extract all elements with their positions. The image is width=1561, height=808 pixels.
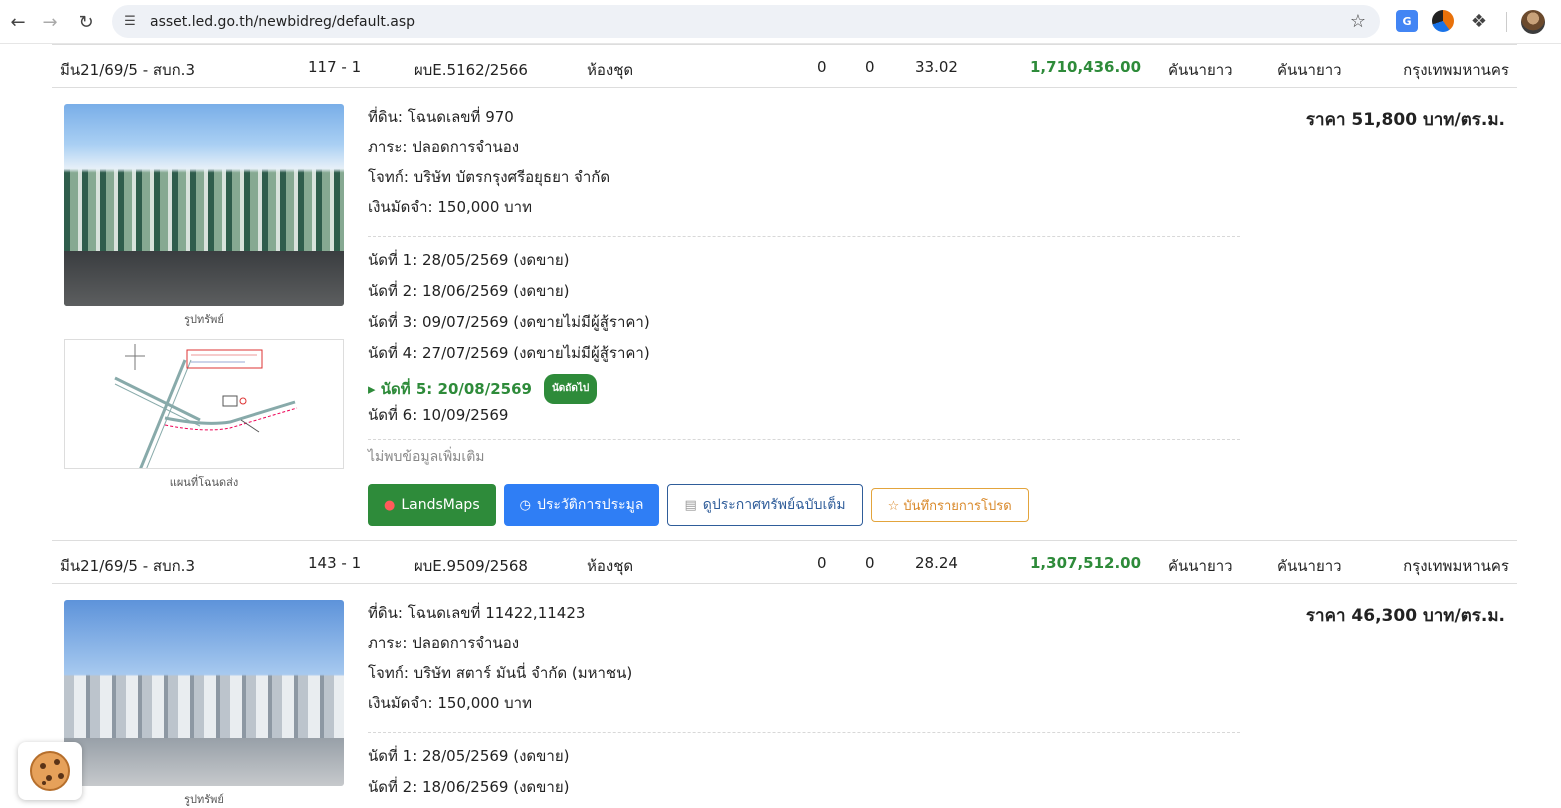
- property-info: ที่ดิน: โฉนดเลขที่ 970 ภาระ: ปลอดการจำนอ…: [368, 106, 1240, 526]
- toolbar-divider: [1506, 12, 1507, 32]
- plaintiff: โจทก์: บริษัท บัตรกรุงศรีอยุธยา จำกัด: [368, 168, 611, 186]
- area-value: 28.24: [915, 554, 958, 572]
- address-bar[interactable]: ☰ asset.led.go.th/newbidreg/default.asp …: [112, 5, 1380, 38]
- history-label: ประวัติการประมูล: [536, 497, 644, 513]
- photo-caption: รูปทรัพย์: [184, 313, 224, 326]
- site-info-icon[interactable]: ☰: [118, 10, 142, 34]
- appraisal-price: 1,710,436.00: [1030, 58, 1142, 76]
- landsmaps-label: LandsMaps: [401, 497, 480, 513]
- listing-container: มีน21/69/5 - สบก.3 117 - 1 ผบE.5162/2566…: [52, 44, 1517, 808]
- property-photo[interactable]: [64, 600, 344, 786]
- auction-date-4: นัดที่ 4: 27/07/2569 (งดขายไม่มีผู้สู้รา…: [368, 344, 650, 362]
- pin-icon: ●: [384, 497, 396, 513]
- bookmark-star-icon[interactable]: ☆: [1350, 11, 1366, 32]
- rai-value: 0: [817, 58, 827, 76]
- divider: [368, 236, 1240, 237]
- auction-date-ref: มีน21/69/5 - สบก.3: [60, 61, 195, 79]
- browser-toolbar: ← → ↻ ☰ asset.led.go.th/newbidreg/defaul…: [0, 0, 1561, 44]
- rai-value: 0: [817, 554, 827, 572]
- property-info: ที่ดิน: โฉนดเลขที่ 11422,11423 ภาระ: ปลอ…: [368, 602, 1240, 807]
- table-row[interactable]: มีน21/69/5 - สบก.3 143 - 1 ผบE.9509/2568…: [52, 540, 1517, 584]
- divider: [368, 439, 1240, 440]
- ngan-value: 0: [865, 554, 875, 572]
- reload-icon[interactable]: ↻: [68, 4, 104, 40]
- extension-circle-icon[interactable]: [1432, 10, 1454, 32]
- cookie-icon: [30, 751, 70, 791]
- table-row[interactable]: มีน21/69/5 - สบก.3 117 - 1 ผบE.5162/2566…: [52, 44, 1517, 88]
- auction-date-1: นัดที่ 1: 28/05/2569 (งดขาย): [368, 747, 570, 765]
- burden: ภาระ: ปลอดการจำนอง: [368, 138, 520, 156]
- listing-detail: รูปทรัพย์ ที่ดิน: โฉนดเลขที่ 11422,11423…: [52, 584, 1517, 808]
- auction-date-ref: มีน21/69/5 - สบก.3: [60, 557, 195, 575]
- auction-date-1: นัดที่ 1: 28/05/2569 (งดขาย): [368, 251, 570, 269]
- cookie-settings-button[interactable]: [18, 742, 82, 800]
- translate-extension-icon[interactable]: G: [1396, 10, 1418, 32]
- action-buttons: ● LandsMaps ◷ ประวัติการประมูล ▤ ดูประกา…: [368, 484, 1240, 526]
- case-number: ผบE.9509/2568: [414, 557, 528, 575]
- forward-arrow-icon[interactable]: →: [32, 4, 68, 40]
- area-value: 33.02: [915, 58, 958, 76]
- auction-history-button[interactable]: ◷ ประวัติการประมูล: [503, 484, 660, 526]
- land-deed: ที่ดิน: โฉนดเลขที่ 970: [368, 108, 514, 126]
- profile-avatar[interactable]: [1521, 10, 1545, 34]
- property-type: ห้องชุด: [587, 61, 634, 79]
- map-sketch: [114, 344, 298, 468]
- lot-number: 117 - 1: [308, 58, 362, 76]
- appraisal-price: 1,307,512.00: [1030, 554, 1142, 572]
- map-caption: แผนที่โฉนดส่ง: [169, 476, 239, 489]
- back-arrow-icon[interactable]: ←: [0, 4, 36, 40]
- case-number: ผบE.5162/2566: [414, 61, 528, 79]
- extensions-puzzle-icon[interactable]: ❖: [1468, 10, 1490, 32]
- district: คันนายาว: [1168, 557, 1233, 575]
- deposit: เงินมัดจำ: 150,000 บาท: [368, 198, 532, 216]
- subdistrict: คันนายาว: [1277, 557, 1342, 575]
- url-text[interactable]: asset.led.go.th/newbidreg/default.asp: [150, 14, 415, 30]
- next-badge: นัดถัดไป: [543, 373, 598, 404]
- clock-icon: ◷: [519, 497, 531, 513]
- no-more-info: ไม่พบข้อมูลเพิ่มเติม: [368, 449, 485, 465]
- auction-date-2: นัดที่ 2: 18/06/2569 (งดขาย): [368, 282, 570, 300]
- active-date-text: ▸ นัดที่ 5: 20/08/2569: [368, 379, 532, 398]
- auction-date-2: นัดที่ 2: 18/06/2569 (งดขาย): [368, 778, 570, 796]
- lot-number: 143 - 1: [308, 554, 362, 572]
- auction-date-5-active: ▸ นัดที่ 5: 20/08/2569 นัดถัดไป: [368, 373, 1240, 404]
- land-deed: ที่ดิน: โฉนดเลขที่ 11422,11423: [368, 604, 586, 622]
- burden: ภาระ: ปลอดการจำนอง: [368, 634, 520, 652]
- unit-price: ราคา 51,800 บาท/ตร.ม.: [1305, 110, 1505, 130]
- announcement-label: ดูประกาศทรัพย์ฉบับเต็ม: [702, 497, 846, 513]
- photo-caption: รูปทรัพย์: [184, 793, 224, 806]
- province: กรุงเทพมหานคร: [1403, 61, 1509, 79]
- auction-date-6: นัดที่ 6: 10/09/2569: [368, 406, 509, 424]
- unit-price: ราคา 46,300 บาท/ตร.ม.: [1305, 606, 1505, 626]
- property-type: ห้องชุด: [587, 557, 634, 575]
- property-photo[interactable]: [64, 104, 344, 306]
- landsmaps-button[interactable]: ● LandsMaps: [368, 484, 496, 526]
- document-icon: ▤: [684, 497, 697, 513]
- ngan-value: 0: [865, 58, 875, 76]
- plaintiff: โจทก์: บริษัท สตาร์ มันนี่ จำกัด (มหาชน): [368, 664, 633, 682]
- full-announcement-button[interactable]: ▤ ดูประกาศทรัพย์ฉบับเต็ม: [667, 484, 863, 526]
- district: คันนายาว: [1168, 61, 1233, 79]
- deposit: เงินมัดจำ: 150,000 บาท: [368, 694, 532, 712]
- province: กรุงเทพมหานคร: [1403, 557, 1509, 575]
- subdistrict: คันนายาว: [1277, 61, 1342, 79]
- listing-detail: รูปทรัพย์ แผนที่โฉนดส่ง ที่ดิน: โฉนดเลขท…: [52, 88, 1517, 540]
- location-map-image[interactable]: [64, 339, 344, 469]
- favorite-label: ☆ บันทึกรายการโปรด: [887, 498, 1012, 514]
- save-favorite-button[interactable]: ☆ บันทึกรายการโปรด: [870, 488, 1029, 522]
- auction-date-3: นัดที่ 3: 09/07/2569 (งดขายไม่มีผู้สู้รา…: [368, 313, 650, 331]
- divider: [368, 732, 1240, 733]
